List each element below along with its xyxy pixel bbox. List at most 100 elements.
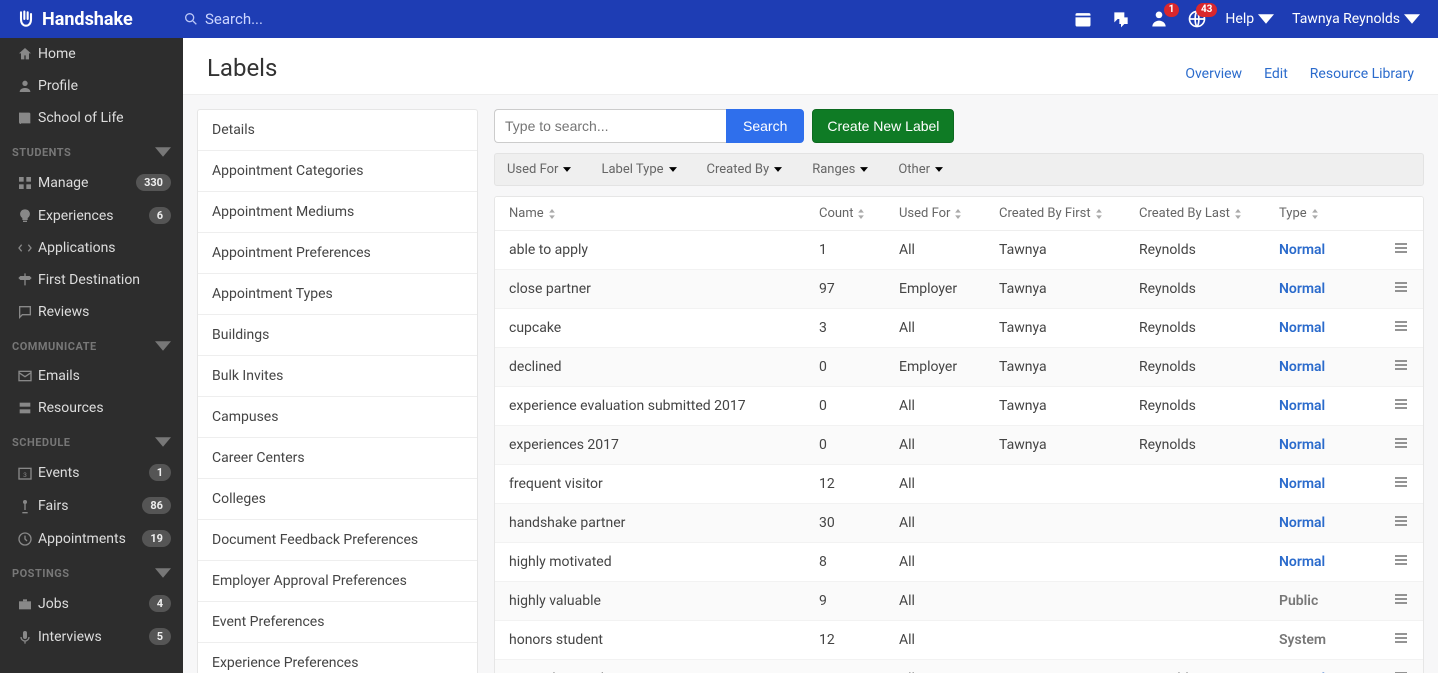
settings-nav-item[interactable]: Appointment Types [198,274,477,315]
settings-nav-item[interactable]: Appointment Categories [198,151,477,192]
settings-nav-item[interactable]: Event Preferences [198,602,477,643]
sidebar-item-experiences[interactable]: Experiences 6 [0,199,183,232]
search-button[interactable]: Search [726,109,804,143]
search-input[interactable] [494,109,726,143]
header-link-resource-library[interactable]: Resource Library [1310,66,1414,82]
filter-created-by[interactable]: Created By [707,162,783,177]
sidebar-item-emails[interactable]: Emails [0,360,183,392]
settings-nav-item[interactable]: Campuses [198,397,477,438]
header-link-edit[interactable]: Edit [1264,66,1288,82]
table-row[interactable]: internal use only 0 All Tawnya Reynolds … [495,660,1423,673]
table-row[interactable]: honors student 12 All System [495,621,1423,660]
settings-nav-item[interactable]: Appointment Preferences [198,233,477,274]
filter-ranges[interactable]: Ranges [812,162,868,177]
create-new-label-button[interactable]: Create New Label [812,109,954,143]
settings-nav-item[interactable]: Career Centers [198,438,477,479]
cell-type: Normal [1279,398,1369,414]
table-row[interactable]: experiences 2017 0 All Tawnya Reynolds N… [495,426,1423,465]
settings-nav-item[interactable]: Employer Approval Preferences [198,561,477,602]
table-row[interactable]: frequent visitor 12 All Normal [495,465,1423,504]
column-created-by-first[interactable]: Created By First [999,206,1139,221]
menu-icon [1393,318,1409,334]
table-row[interactable]: cupcake 3 All Tawnya Reynolds Normal [495,309,1423,348]
table-row[interactable]: declined 0 Employer Tawnya Reynolds Norm… [495,348,1423,387]
menu-icon [1393,552,1409,568]
filter-label-type[interactable]: Label Type [601,162,676,177]
sidebar-item-appointments[interactable]: Appointments 19 [0,522,183,555]
sidebar-item-events[interactable]: Events 1 [0,456,183,489]
settings-nav-item[interactable]: Bulk Invites [198,356,477,397]
column-used-for[interactable]: Used For [899,206,999,221]
sidebar-item-profile[interactable]: Profile [0,70,183,102]
cell-name: close partner [509,281,819,297]
sidebar-section-communicate[interactable]: COMMUNICATE [0,328,183,360]
row-menu-button[interactable] [1393,240,1409,260]
top-nav: Handshake Search... 1 43 Help Tawnya Rey… [0,0,1438,38]
sort-icon [548,209,556,219]
brand-logo[interactable]: Handshake [0,0,183,38]
column-count[interactable]: Count [819,206,899,221]
settings-nav-item[interactable]: Document Feedback Preferences [198,520,477,561]
row-menu-button[interactable] [1393,591,1409,611]
cell-count: 97 [819,281,899,297]
row-menu-button[interactable] [1393,474,1409,494]
table-row[interactable]: experience evaluation submitted 2017 0 A… [495,387,1423,426]
sidebar-item-jobs[interactable]: Jobs 4 [0,587,183,620]
sidebar-item-count: 19 [142,530,171,547]
cell-type: Normal [1279,476,1369,492]
calendar-icon-button[interactable] [1073,9,1093,29]
sidebar-item-first-destination[interactable]: First Destination [0,264,183,296]
settings-nav-item[interactable]: Buildings [198,315,477,356]
sidebar-item-interviews[interactable]: Interviews 5 [0,620,183,653]
cell-count: 0 [819,398,899,414]
row-menu-button[interactable] [1393,435,1409,455]
row-menu-button[interactable] [1393,630,1409,650]
settings-nav-item[interactable]: Details [198,110,477,151]
table-row[interactable]: able to apply 1 All Tawnya Reynolds Norm… [495,231,1423,270]
row-menu-button[interactable] [1393,396,1409,416]
column-label: Name [509,206,544,221]
user-menu[interactable]: Tawnya Reynolds [1292,11,1420,27]
sidebar-section-schedule[interactable]: SCHEDULE [0,424,183,456]
cell-count: 12 [819,632,899,648]
table-row[interactable]: close partner 97 Employer Tawnya Reynold… [495,270,1423,309]
filter-used-for[interactable]: Used For [507,162,571,177]
column-name[interactable]: Name [509,206,819,221]
header-link-overview[interactable]: Overview [1185,66,1242,82]
table-row[interactable]: handshake partner 30 All Normal [495,504,1423,543]
notifications-icon-button[interactable]: 1 [1149,9,1169,29]
settings-nav-item[interactable]: Experience Preferences [198,643,477,673]
row-menu-button[interactable] [1393,318,1409,338]
sidebar-item-fairs[interactable]: Fairs 86 [0,489,183,522]
row-menu-button[interactable] [1393,279,1409,299]
activity-icon-button[interactable]: 43 [1187,9,1207,29]
settings-nav-item[interactable]: Colleges [198,479,477,520]
column-type[interactable]: Type [1279,206,1369,221]
column-created-by-last[interactable]: Created By Last [1139,206,1279,221]
sidebar-item-resources[interactable]: Resources [0,392,183,424]
filter-label: Created By [707,162,770,177]
sidebar-item-reviews[interactable]: Reviews [0,296,183,328]
sidebar-item-label: Fairs [38,498,142,514]
filter-other[interactable]: Other [898,162,943,177]
row-menu-button[interactable] [1393,552,1409,572]
table-row[interactable]: highly valuable 9 All Public [495,582,1423,621]
help-dropdown[interactable]: Help [1225,11,1274,27]
sidebar-item-manage[interactable]: Manage 330 [0,166,183,199]
sidebar-section-postings[interactable]: POSTINGS [0,555,183,587]
row-menu-button[interactable] [1393,513,1409,533]
chat-icon [1111,9,1131,29]
sidebar-section-students[interactable]: STUDENTS [0,134,183,166]
sidebar-item-school-of-life[interactable]: School of Life [0,102,183,134]
stand-icon [12,498,38,514]
sidebar-item-home[interactable]: Home [0,38,183,70]
row-menu-button[interactable] [1393,669,1409,673]
settings-nav-item[interactable]: Appointment Mediums [198,192,477,233]
grid-icon [12,175,38,191]
row-menu-button[interactable] [1393,357,1409,377]
messages-icon-button[interactable] [1111,9,1131,29]
caret-down-icon [935,167,943,172]
sidebar-item-applications[interactable]: Applications [0,232,183,264]
global-search[interactable]: Search... [183,10,263,28]
table-row[interactable]: highly motivated 8 All Normal [495,543,1423,582]
